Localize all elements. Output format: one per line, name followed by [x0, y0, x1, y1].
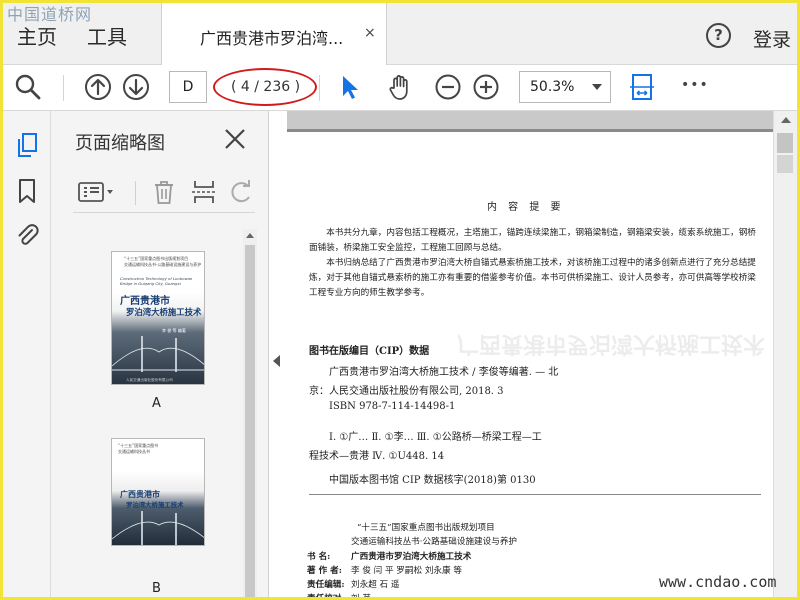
options-menu-icon[interactable]: [77, 177, 117, 207]
cip-line: 广西贵港市罗泊湾大桥施工技术 / 李俊等编著. — 北: [329, 367, 559, 378]
thumbnail-top-line: 交通运输科技丛书·公路基础设施建设与养护: [124, 262, 202, 267]
rotate-icon[interactable]: [227, 177, 257, 207]
meta-label: 书 名:: [307, 552, 331, 562]
hand-icon[interactable]: [385, 72, 415, 102]
close-tab-icon[interactable]: ×: [364, 25, 376, 41]
cip-classification: 程技术—贵港 Ⅳ. ①U448. 14: [309, 451, 445, 462]
delete-icon[interactable]: [149, 177, 179, 207]
document-tab-title: 广西贵港市罗泊湾...: [200, 29, 344, 48]
zoom-in-icon[interactable]: [471, 72, 501, 102]
project-line: 交通运输科技丛书·公路基础设施建设与养护: [351, 537, 518, 547]
meta-value: 刘 芹: [351, 594, 371, 600]
toolbar-separator: [63, 75, 64, 101]
page-thumbnail[interactable]: “十三五”国家重点图书出版规划项目 交通运输科技丛书·公路基础设施建设与养护 C…: [111, 251, 205, 385]
next-page-icon[interactable]: [121, 72, 151, 102]
document-tab[interactable]: 广西贵港市罗泊湾... ×: [161, 3, 387, 65]
scrollbar-track-segment: [777, 155, 793, 173]
home-tab[interactable]: 主页: [17, 21, 57, 50]
show-through-text: 广西贵港市罗泊湾大桥施工技术: [457, 331, 766, 357]
bookmark-icon[interactable]: [13, 177, 41, 205]
meta-label: 著 作 者:: [307, 566, 342, 576]
project-line: “十三五”国家重点图书出版规划项目: [357, 523, 495, 533]
panel-title: 页面缩略图: [75, 133, 165, 154]
section-divider: [309, 494, 761, 495]
zoom-level-value: 50.3%: [530, 79, 575, 95]
bridge-illustration: [112, 336, 204, 372]
panel-toolbar-separator: [135, 181, 136, 205]
cip-heading: 图书在版编目（CIP）数据: [309, 346, 430, 357]
search-icon[interactable]: [13, 72, 43, 102]
page-thumbnail[interactable]: “十三五”国家重点图书 交通运输科技丛书 广西贵港市 罗泊湾大桥施工技术: [111, 438, 205, 546]
cip-isbn: ISBN 978-7-114-14498-1: [329, 401, 456, 412]
meta-value: 李 俊 闫 平 罗嗣松 刘永康 等: [351, 566, 462, 576]
annotation-ellipse: [213, 68, 317, 106]
thumbnail-panel: 页面缩略图 “十三五”国家重点图书出版规划项目 交通运输科技丛书·公路基础设施建…: [51, 111, 269, 597]
cip-number: 中国版本图书馆 CIP 数据核字(2018)第 0130: [329, 475, 536, 486]
main-toolbar: D ( 4 / 236 ) 50.3% •••: [3, 65, 797, 111]
document-scrollbar[interactable]: [773, 111, 797, 597]
panel-toolbar: [73, 173, 255, 213]
meta-value: 刘永超 石 遥: [351, 580, 400, 590]
scroll-up-icon[interactable]: [781, 117, 791, 123]
chevron-down-icon: [592, 84, 602, 90]
page-thumbnails-icon[interactable]: [13, 131, 41, 159]
thumbnail-top-line: 交通运输科技丛书: [118, 449, 150, 454]
summary-paragraph: 本书归纳总结了广西贵港市罗泊湾大桥自锚式悬索桥施工技术，对该桥施工过程中的诸多创…: [309, 258, 756, 298]
scrollbar-thumb[interactable]: [245, 245, 255, 597]
cip-classification: Ⅰ. ①广… Ⅱ. ①李… Ⅲ. ①公路桥—桥梁工程—工: [329, 432, 542, 443]
thumbnail-authors: 李 俊 等 编著: [162, 328, 186, 333]
zoom-level-select[interactable]: 50.3%: [519, 71, 611, 103]
document-viewport[interactable]: 广西贵港市罗泊湾大桥施工技术 内 容 提 要 本书共分九章，内容包括工程概况，主…: [287, 111, 773, 600]
thumbnail-label: B: [152, 581, 161, 596]
bridge-illustration: [112, 511, 204, 545]
zoom-out-icon[interactable]: [433, 72, 463, 102]
meta-value: 广西贵港市罗泊湾大桥施工技术: [351, 552, 472, 562]
attachment-icon[interactable]: [13, 221, 41, 249]
insert-page-icon[interactable]: [189, 177, 219, 207]
scroll-up-icon[interactable]: [246, 233, 254, 238]
page-heading: 内 容 提 要: [487, 202, 565, 213]
toolbar-separator: [319, 75, 320, 101]
summary-paragraph: 本书共分九章，内容包括工程概况，主塔施工，锚跨连续梁施工，钢箱梁制造，钢箱梁安装…: [309, 228, 756, 253]
meta-label: 责任编辑:: [307, 580, 345, 590]
tools-tab[interactable]: 工具: [87, 21, 127, 50]
thumbnail-cn-title: 罗泊湾大桥施工技术: [126, 501, 184, 509]
thumbnail-label: A: [152, 396, 161, 411]
cip-line: 京：人民交通出版社股份有限公司, 2018. 3: [309, 386, 504, 397]
select-cursor-icon[interactable]: [335, 72, 365, 102]
collapse-panel-icon[interactable]: [273, 355, 280, 367]
meta-label: 责任校对:: [307, 594, 345, 600]
thumbnail-cn-title: 广西贵港市: [120, 296, 170, 307]
app-window: 中国道桥网 主页 工具 广西贵港市罗泊湾... × ? 登录 D ( 4 / 2…: [0, 0, 800, 600]
help-icon[interactable]: ?: [706, 23, 731, 48]
thumbnail-publisher: 人民交通出版社股份有限公司: [126, 378, 173, 382]
thumbnail-cn-title: 广西贵港市: [120, 490, 160, 499]
thumbnail-english-title: Construction Technology of Luobowan Brid…: [120, 276, 193, 286]
left-rail: [3, 111, 51, 597]
thumbnail-cn-title: 罗泊湾大桥施工技术: [126, 307, 202, 317]
more-icon[interactable]: •••: [681, 77, 709, 93]
login-button[interactable]: 登录: [753, 25, 791, 52]
fit-page-icon[interactable]: [627, 72, 657, 102]
scrollbar-thumb[interactable]: [777, 133, 793, 153]
site-watermark: www.cndao.com: [659, 573, 777, 591]
prev-page-icon[interactable]: [83, 72, 113, 102]
close-icon[interactable]: [221, 125, 249, 153]
document-page: 广西贵港市罗泊湾大桥施工技术 内 容 提 要 本书共分九章，内容包括工程概况，主…: [287, 129, 773, 600]
thumbnail-scrollbar[interactable]: [243, 229, 257, 597]
page-number-input[interactable]: D: [169, 71, 207, 103]
tab-bar: 中国道桥网 主页 工具 广西贵港市罗泊湾... × ? 登录: [3, 3, 797, 65]
